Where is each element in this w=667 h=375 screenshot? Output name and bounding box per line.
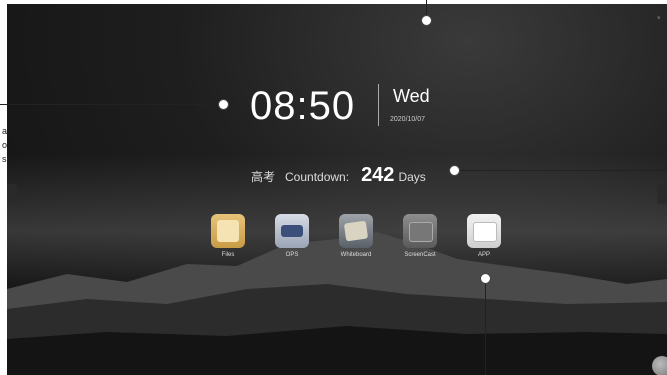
app-dock: Files OPS Whiteboard ScreenCast APP xyxy=(203,214,513,266)
right-edge-toolbar-tab[interactable] xyxy=(657,184,667,204)
callout-line-clock xyxy=(0,104,223,105)
folder-icon xyxy=(211,214,245,248)
app-whiteboard[interactable]: Whiteboard xyxy=(331,214,381,258)
clock-weekday: Wed xyxy=(393,86,430,106)
app-label: Whiteboard xyxy=(340,252,372,258)
app-label: Files xyxy=(221,252,235,258)
clock-time: 08:50 xyxy=(250,84,356,128)
whiteboard-icon xyxy=(339,214,373,248)
app-ops[interactable]: OPS xyxy=(267,214,317,258)
callout-dot-app xyxy=(480,273,491,284)
app-store-icon xyxy=(467,214,501,248)
callout-dot-clock xyxy=(218,99,229,110)
countdown-cn-label: 高考 xyxy=(251,170,276,184)
callout-dot-countdown xyxy=(449,165,460,176)
callout-line-app xyxy=(485,278,486,375)
clock-date: 2020/10/07 xyxy=(390,116,426,123)
countdown-value: 242 xyxy=(361,164,395,186)
status-icon: ▾ xyxy=(657,15,661,22)
clock-divider xyxy=(378,84,379,126)
app-label: APP xyxy=(477,252,490,258)
callout-line-countdown xyxy=(454,170,667,171)
app-screencast[interactable]: ScreenCast xyxy=(395,214,445,258)
countdown-widget[interactable]: 高考 Countdown: 242 Days xyxy=(251,164,426,187)
screencast-icon xyxy=(403,214,437,248)
app-store[interactable]: APP xyxy=(459,214,509,258)
desktop-screen: 08:50 Wed 2020/10/07 高考 Countdown: 242 Days… xyxy=(7,4,667,375)
app-label: ScreenCast xyxy=(404,252,436,258)
left-edge-toolbar-tab[interactable] xyxy=(7,184,17,204)
app-label: OPS xyxy=(285,252,299,258)
app-files[interactable]: Files xyxy=(203,214,253,258)
countdown-unit: Days xyxy=(398,170,426,184)
ops-pc-icon xyxy=(275,214,309,248)
countdown-label: Countdown: xyxy=(285,170,350,184)
callout-dot-top xyxy=(421,15,432,26)
floating-home-button[interactable] xyxy=(652,356,667,375)
